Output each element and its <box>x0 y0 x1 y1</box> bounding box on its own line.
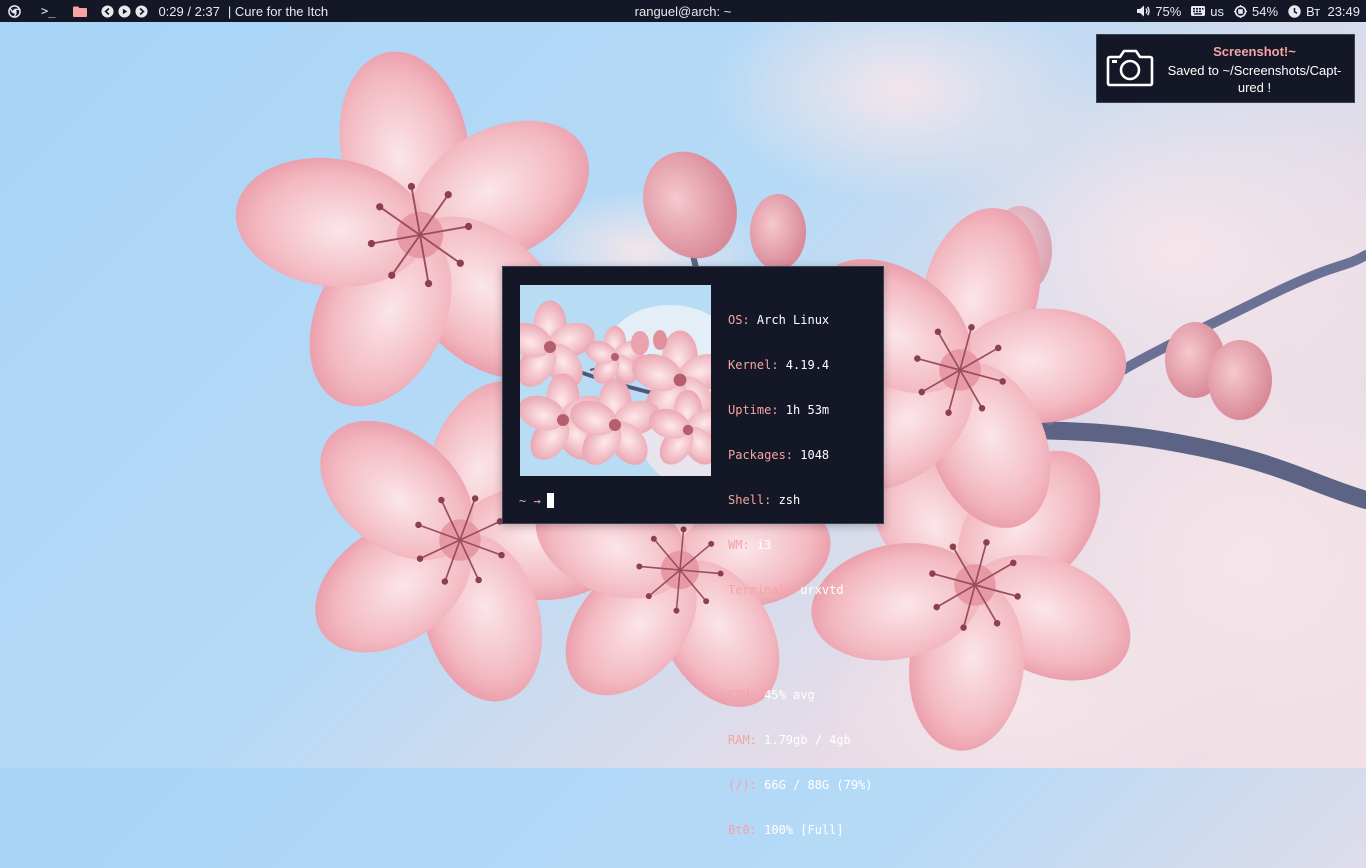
info-row-os: OS: Arch Linux <box>728 313 873 328</box>
info-row-packages: Packages: 1048 <box>728 448 873 463</box>
clock-value: Вт 23:49 <box>1306 3 1360 19</box>
info-value: Arch Linux <box>749 313 830 327</box>
stat-row-ram: RAM: 1.79gb / 4gb <box>728 733 873 748</box>
volume-indicator[interactable]: 75% <box>1137 0 1181 22</box>
info-key: Kernel: <box>728 358 779 372</box>
info-key: Shell: <box>728 493 772 507</box>
screenshot-notification[interactable]: Screenshot!~ Saved to ~/Screenshots/Capt… <box>1096 34 1355 103</box>
prompt-symbol: ~ → <box>519 493 541 508</box>
bar-right-section: 75% us 54% Вт 23:49 <box>1137 0 1366 22</box>
stat-key: (/): <box>728 778 757 792</box>
clock-icon <box>1288 0 1301 22</box>
info-value: 4.19.4 <box>778 358 830 372</box>
stat-value: 100% [Full] <box>756 823 844 837</box>
stat-row-battery: Bt0: 100% [Full] <box>728 823 873 838</box>
cpu-value: 54% <box>1252 3 1279 19</box>
info-value: urxvtd <box>793 583 844 597</box>
next-track-icon[interactable] <box>135 0 148 22</box>
stat-key: CPU: <box>728 688 757 702</box>
window-title: ranguel@arch: ~ <box>634 3 732 19</box>
wallpaper-thumbnail <box>520 285 711 476</box>
info-row-wm: WM: i3 <box>728 538 873 553</box>
keyboard-layout-indicator[interactable]: us <box>1191 0 1224 22</box>
volume-icon <box>1137 0 1150 22</box>
info-value: i3 <box>749 538 772 552</box>
folder-icon[interactable] <box>73 0 88 22</box>
info-value: 1h 53m <box>778 403 830 417</box>
info-key: Uptime: <box>728 403 779 417</box>
media-time: 0:29 / 2:37 <box>158 3 220 19</box>
top-status-bar: >_ 0:29 / 2:37 | Cure for the Itch rangu… <box>0 0 1366 22</box>
info-row-kernel: Kernel: 4.19.4 <box>728 358 873 373</box>
notification-body-line: ured ! <box>1237 80 1272 95</box>
terminal-window[interactable]: OS: Arch Linux Kernel: 4.19.4 Uptime: 1h… <box>502 266 884 837</box>
media-controls: 0:29 / 2:37 | Cure for the Itch <box>101 0 328 22</box>
info-key: WM: <box>728 538 750 552</box>
info-value: 1048 <box>793 448 830 462</box>
info-row-uptime: Uptime: 1h 53m <box>728 403 873 418</box>
previous-track-icon[interactable] <box>101 0 114 22</box>
keyboard-icon <box>1191 0 1206 22</box>
terminal-icon[interactable]: >_ <box>41 0 55 22</box>
stat-row-disk: (/): 66G / 88G (79%) <box>728 778 873 793</box>
notification-body: Saved to ~/Screenshots/Capt- ured ! <box>1157 62 1352 96</box>
keyboard-layout-value: us <box>1210 3 1225 19</box>
info-key: Terminal: <box>728 583 794 597</box>
info-key: OS: <box>728 313 750 327</box>
stat-value: 45% avg <box>756 688 815 702</box>
cpu-indicator[interactable]: 54% <box>1234 0 1278 22</box>
stat-row-cpu: CPU: 45% avg <box>728 688 873 703</box>
track-title: | Cure for the Itch <box>227 3 329 19</box>
camera-icon <box>1106 49 1154 90</box>
stat-key: RAM: <box>728 733 757 747</box>
chrome-icon[interactable] <box>8 0 21 22</box>
shell-prompt[interactable]: ~ → <box>519 493 554 508</box>
cpu-icon <box>1234 0 1248 22</box>
notification-body-line: Saved to ~/Screenshots/Capt- <box>1167 63 1342 78</box>
info-value: zsh <box>771 493 801 507</box>
stat-value: 1.79gb / 4gb <box>756 733 851 747</box>
system-info: OS: Arch Linux Kernel: 4.19.4 Uptime: 1h… <box>728 283 873 868</box>
info-row-terminal: Terminal: urxvtd <box>728 583 873 598</box>
stat-value: 66G / 88G (79%) <box>756 778 873 792</box>
bar-left-section: >_ 0:29 / 2:37 | Cure for the Itch <box>0 0 328 22</box>
stat-key: Bt0: <box>728 823 757 837</box>
play-icon[interactable] <box>118 0 131 22</box>
clock-indicator[interactable]: Вт 23:49 <box>1288 0 1360 22</box>
notification-title: Screenshot!~ <box>1213 44 1296 59</box>
info-row-shell: Shell: zsh <box>728 493 873 508</box>
text-cursor <box>546 493 554 508</box>
volume-value: 75% <box>1155 3 1182 19</box>
info-key: Packages: <box>728 448 794 462</box>
